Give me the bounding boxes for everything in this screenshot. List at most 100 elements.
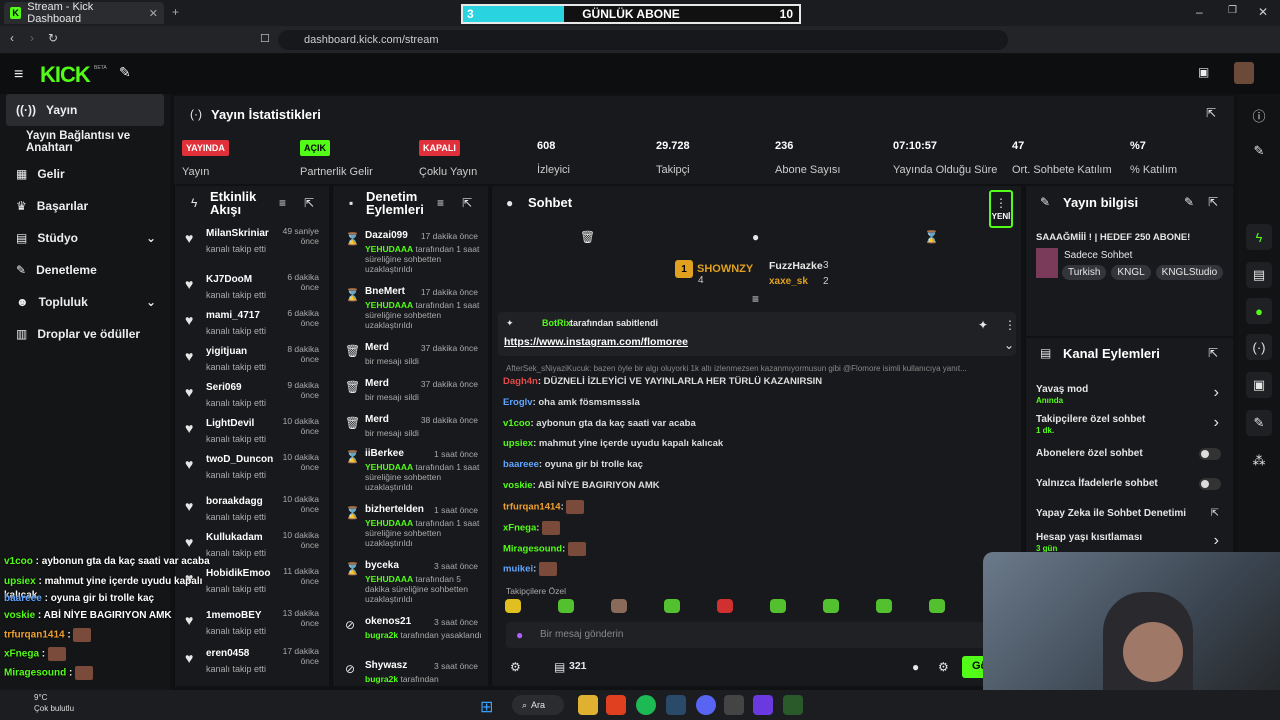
chat-username[interactable]: Dagh4n [503,376,538,387]
emote-icon[interactable] [876,599,892,613]
sidebar-item-stream-key[interactable]: Yayın Bağlantısı ve Anahtarı [0,126,170,158]
toggle-switch[interactable] [1199,478,1221,490]
chat-message[interactable]: Eroglv: oha amk fösmsmsssla [503,397,640,408]
kick-logo[interactable]: KICK [40,62,91,88]
chat-username[interactable]: Eroglv [503,397,533,408]
channel-action-item[interactable]: Yalnızca İfadelerle sohbet [1026,478,1233,504]
sidebar-item-revenue[interactable]: ▦ Gelir [0,158,170,190]
moderation-item[interactable]: ⌛ bizhertelden 1 saat önce YEHUDAAA tarafın… [333,504,488,554]
filter-icon[interactable]: ≡ [279,196,286,210]
taskbar-search[interactable]: ⌕ Ara [512,695,564,715]
channel-action-item[interactable]: Takipçilere özel sohbet 1 dk. › [1026,414,1233,440]
emote-icon[interactable] [717,599,733,613]
back-icon[interactable]: ‹ [10,31,14,45]
layout-icon[interactable]: ▣ [1246,372,1272,398]
chat-icon[interactable]: ● [1246,298,1272,324]
broadcast-icon[interactable]: (·) [1246,334,1272,360]
emote-icon[interactable] [823,599,839,613]
new-tab-icon[interactable]: + [172,5,179,19]
window-close-icon[interactable]: ✕ [1258,5,1268,19]
popout-icon[interactable]: ⇱ [1208,346,1218,360]
avatar[interactable] [1234,62,1254,84]
chat-message[interactable]: baareee: oyuna gir bi trolle kaç [503,459,643,470]
settings-icon[interactable]: ⚙ [938,660,949,674]
sidebar-item-community[interactable]: ☻ Topluluk ⌄ [0,286,170,318]
reload-icon[interactable]: ↻ [48,31,58,45]
chat-message[interactable]: Miragesound: [503,542,586,556]
chat-bubble-icon[interactable]: ● [752,230,759,244]
chat-message[interactable]: trfurqan1414: [503,500,585,514]
document-icon[interactable]: ▤ [1246,262,1272,288]
forward-icon[interactable]: › [30,31,34,45]
toggle-switch[interactable] [1199,448,1221,460]
chat-menu-button[interactable]: ⋮ YENİ [989,190,1013,228]
emote-icon[interactable]: ● [912,660,919,674]
more-icon[interactable]: ⋮ [1004,318,1016,332]
moderation-item[interactable]: ⌛ BneMert 17 dakika önce YEHUDAAA tarafında… [333,286,488,336]
unpin-icon[interactable]: ✦ [978,318,988,332]
wrench-icon[interactable]: ✎ [1246,410,1272,436]
menu-icon[interactable]: ≡ [14,66,23,84]
popout-icon[interactable]: ⇱ [1208,195,1218,209]
emote-icon[interactable] [664,599,680,613]
emote-icon[interactable] [929,599,945,613]
sidebar-item-stream[interactable]: ((·)) Yayın [6,94,164,126]
chevron-down-icon[interactable]: ⌄ [1004,338,1014,352]
steam-icon[interactable] [666,695,686,715]
tools-icon[interactable]: ✎ [119,64,131,81]
activity-item[interactable]: ♥ 1memoBEY 13 dakika önce kanalı takip etti [175,608,329,642]
sidebar-item-drops[interactable]: ▥ Droplar ve ödüller [0,318,170,350]
moderation-item[interactable]: ⌛ byceka 3 saat önce YEHUDAAA tarafından 5 … [333,560,488,610]
activity-item[interactable]: ♥ boraakdagg 10 dakika önce kanalı takip et… [175,494,329,528]
moderation-item[interactable]: ⌛ iiBerkee 1 saat önce YEHUDAAA tarafından … [333,448,488,498]
activity-item[interactable]: ♥ mami_4717 6 dakika önce kanalı takip etti [175,308,329,342]
channel-action-item[interactable]: Abonelere özel sohbet [1026,448,1233,474]
activity-item[interactable]: ♥ KJ7DooM 6 dakika önce kanalı takip etti [175,272,329,306]
community-icon[interactable]: ⁂ [1246,448,1272,474]
minimize-icon[interactable]: – [1196,5,1203,19]
activity-item[interactable]: ♥ yigitjuan 8 dakika önce kanalı takip etti [175,344,329,378]
chat-username[interactable]: muikei [503,564,533,575]
sidebar-item-achievements[interactable]: ♛ Başarılar [0,190,170,222]
kick-app-icon[interactable] [783,695,803,715]
app-icon[interactable] [724,695,744,715]
moderation-item[interactable]: ⌛ Dazai099 17 dakika önce YEHUDAAA tarafınd… [333,230,488,280]
address-bar[interactable]: dashboard.kick.com/stream [278,30,1008,50]
sidebar-item-studio[interactable]: ▤ Stüdyo ⌄ [0,222,170,254]
brave-icon[interactable] [606,695,626,715]
pencil-icon[interactable]: ✎ [1246,138,1272,164]
emote-icon[interactable] [505,599,521,613]
activity-item[interactable]: ♥ Seri069 9 dakika önce kanalı takip etti [175,380,329,414]
bookmark-icon[interactable]: ☐ [260,32,270,45]
obs-icon[interactable] [753,695,773,715]
popout-icon[interactable]: ⇱ [462,196,472,210]
pinned-link[interactable]: https://www.instagram.com/flomoree [504,336,688,348]
chat-username[interactable]: baareee [503,459,539,470]
restore-icon[interactable]: ❐ [1228,5,1237,16]
channel-action-item[interactable]: Yavaş mod Anında › [1026,384,1233,410]
activity-item[interactable]: ♥ MilanSkriniar 49 saniye önce kanalı takip… [175,226,329,260]
windows-start-icon[interactable]: ⊞ [480,697,493,717]
chatters-icon[interactable]: ⚙ [510,660,521,674]
studio-icon[interactable]: ▣ [1198,65,1209,79]
chat-message[interactable]: muikei: [503,562,557,576]
activity-item[interactable]: ♥ LightDevil 10 dakika önce kanalı takip et… [175,416,329,450]
popout-icon[interactable]: ⇱ [1206,106,1216,120]
sidebar-item-moderation[interactable]: ✎ Denetleme [0,254,170,286]
chat-username[interactable]: upsiex [503,438,533,449]
bolt-icon[interactable]: ϟ [1246,224,1272,250]
chat-username[interactable]: voskie [503,480,533,491]
hourglass-icon[interactable]: ⌛ [924,230,939,244]
chat-input[interactable]: ● Bir mesaj gönderin [506,622,986,648]
activity-item[interactable]: ♥ eren0458 17 dakika önce kanalı takip etti [175,646,329,680]
channel-action-item[interactable]: Yapay Zeka ile Sohbet Denetimi ⇱ [1026,508,1233,534]
edit-icon[interactable]: ✎ [1184,195,1194,209]
popout-icon[interactable]: ⇱ [304,196,314,210]
chat-username[interactable]: trfurqan1414 [503,502,561,513]
trash-icon[interactable]: 🗑 [580,230,595,244]
browser-tab[interactable]: K Stream - Kick Dashboard ✕ [4,1,164,25]
tag[interactable]: KNGL [1111,265,1151,280]
chat-message[interactable]: upsiex: mahmut yine içerde uyudu kapalı … [503,438,723,449]
emote-icon[interactable] [558,599,574,613]
emote-icon[interactable] [611,599,627,613]
